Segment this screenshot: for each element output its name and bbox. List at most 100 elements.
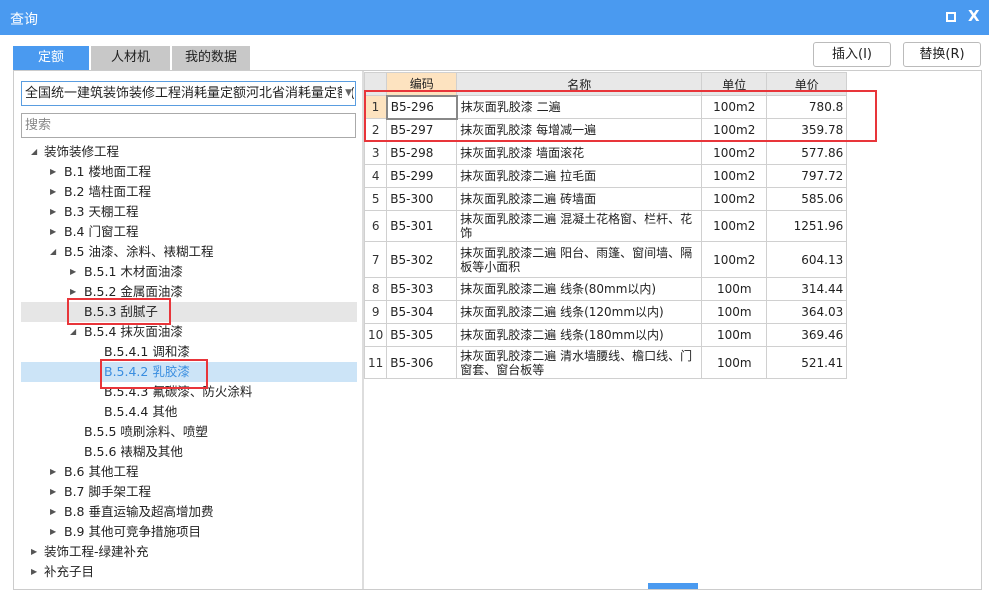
unit-cell: 100m2: [701, 187, 768, 211]
row-index: 10: [363, 323, 388, 347]
tree-item[interactable]: ▶ 装饰工程-绿建补充: [21, 542, 357, 562]
unit-cell: 100m: [701, 277, 768, 301]
tree-item[interactable]: ◢ B.5.4 抹灰面油漆: [21, 322, 357, 342]
tree-item-label: B.5.4.4 其他: [104, 404, 178, 419]
collapsed-arrow-icon[interactable]: ▶: [31, 542, 37, 562]
table-row[interactable]: 3 B5-298 抹灰面乳胶漆 墙面滚花 100m2 577.86: [363, 141, 848, 165]
expanded-arrow-icon[interactable]: ◢: [70, 322, 76, 342]
unit-cell: 100m: [701, 300, 768, 324]
collapsed-arrow-icon[interactable]: ▶: [50, 502, 56, 522]
tree-item[interactable]: ▶ 补充子目: [21, 562, 357, 582]
tab-labor-material-machine[interactable]: 人材机: [91, 46, 170, 70]
splitter-handle[interactable]: [648, 583, 698, 589]
table-row[interactable]: 5 B5-300 抹灰面乳胶漆二遍 砖墙面 100m2 585.06: [363, 187, 848, 211]
price-cell: 577.86: [766, 141, 848, 165]
tree-item-label: B.5.1 木材面油漆: [84, 264, 183, 279]
row-index: 4: [363, 164, 388, 188]
price-cell: 604.13: [766, 241, 848, 278]
expanded-arrow-icon[interactable]: ◢: [50, 242, 56, 262]
collapsed-arrow-icon[interactable]: ▶: [50, 482, 56, 502]
code-cell: B5-301: [386, 210, 458, 242]
row-index: 9: [363, 300, 388, 324]
unit-cell: 100m2: [701, 141, 768, 165]
replace-button[interactable]: 替换(R): [903, 42, 981, 67]
code-cell: B5-300: [386, 187, 458, 211]
price-cell: 369.46: [766, 323, 848, 347]
maximize-icon[interactable]: [946, 12, 956, 22]
tab-my-data[interactable]: 我的数据: [172, 46, 250, 70]
price-cell: 585.06: [766, 187, 848, 211]
collapsed-arrow-icon[interactable]: ▶: [50, 162, 56, 182]
tree-item-label: B.5.5 喷刷涂料、喷塑: [84, 424, 208, 439]
price-cell: 521.41: [766, 346, 848, 379]
code-cell: B5-303: [386, 277, 458, 301]
collapsed-arrow-icon[interactable]: ▶: [50, 522, 56, 542]
tree-item-label: B.5 油漆、涂料、裱糊工程: [64, 244, 214, 259]
search-input[interactable]: 搜索: [21, 113, 356, 138]
close-icon[interactable]: X: [968, 7, 980, 25]
title-bar: 查询 X: [0, 0, 989, 35]
tree-item-label: B.8 垂直运输及超高增加费: [64, 504, 214, 519]
insert-button[interactable]: 插入(I): [813, 42, 891, 67]
table-row[interactable]: 9 B5-304 抹灰面乳胶漆二遍 线条(120mm以内) 100m 364.03: [363, 300, 848, 324]
table-row[interactable]: 10 B5-305 抹灰面乳胶漆二遍 线条(180mm以内) 100m 369.46: [363, 323, 848, 347]
collapsed-arrow-icon[interactable]: ▶: [50, 202, 56, 222]
table-row[interactable]: 11 B5-306 抹灰面乳胶漆二遍 清水墙腰线、檐口线、门窗套、窗台板等 100m 5…: [363, 346, 848, 379]
table-row[interactable]: 8 B5-303 抹灰面乳胶漆二遍 线条(80mm以内) 100m 314.44: [363, 277, 848, 301]
tree-item[interactable]: ▶ B.2 墙柱面工程: [21, 182, 357, 202]
tree-item-label: B.9 其他可竞争措施项目: [64, 524, 201, 539]
price-cell: 364.03: [766, 300, 848, 324]
tree-item[interactable]: ▶ B.7 脚手架工程: [21, 482, 357, 502]
price-cell: 797.72: [766, 164, 848, 188]
name-cell: 抹灰面乳胶漆二遍 砖墙面: [456, 187, 703, 211]
collapsed-arrow-icon[interactable]: ▶: [50, 222, 56, 242]
tree-item[interactable]: ▶ B.4 门窗工程: [21, 222, 357, 242]
unit-cell: 100m2: [701, 164, 768, 188]
library-select-value: 全国统一建筑装饰装修工程消耗量定额河北省消耗量定额(20: [25, 86, 356, 101]
tree-item-label: B.2 墙柱面工程: [64, 184, 151, 199]
tree-item-label: 装饰工程-绿建补充: [44, 544, 149, 559]
row-index: 7: [363, 241, 388, 278]
collapsed-arrow-icon[interactable]: ▶: [31, 562, 37, 582]
name-cell: 抹灰面乳胶漆 墙面滚花: [456, 141, 703, 165]
tree-item[interactable]: ▶ B.5.1 木材面油漆: [21, 262, 357, 282]
code-cell: B5-304: [386, 300, 458, 324]
code-cell: B5-305: [386, 323, 458, 347]
tree-item[interactable]: B.5.6 裱糊及其他: [21, 442, 357, 462]
table-row[interactable]: 4 B5-299 抹灰面乳胶漆二遍 拉毛面 100m2 797.72: [363, 164, 848, 188]
expanded-arrow-icon[interactable]: ◢: [31, 142, 37, 162]
price-cell: 1251.96: [766, 210, 848, 242]
name-cell: 抹灰面乳胶漆二遍 拉毛面: [456, 164, 703, 188]
tree-item[interactable]: ◢ 装饰装修工程: [21, 142, 357, 162]
chevron-down-icon[interactable]: ▼: [342, 82, 352, 105]
tab-quota[interactable]: 定额: [13, 46, 89, 70]
code-cell: B5-302: [386, 241, 458, 278]
tree-item[interactable]: B.5.5 喷刷涂料、喷塑: [21, 422, 357, 442]
unit-cell: 100m: [701, 323, 768, 347]
tree-item-label: B.3 天棚工程: [64, 204, 139, 219]
unit-cell: 100m: [701, 346, 768, 379]
tree-item[interactable]: ▶ B.9 其他可竞争措施项目: [21, 522, 357, 542]
table-row[interactable]: 7 B5-302 抹灰面乳胶漆二遍 阳台、雨篷、窗间墙、隔板等小面积 100m2 604…: [363, 241, 848, 278]
tree-item-label: B.1 楼地面工程: [64, 164, 151, 179]
collapsed-arrow-icon[interactable]: ▶: [50, 182, 56, 202]
tree-item-label: 装饰装修工程: [44, 144, 120, 159]
price-cell: 314.44: [766, 277, 848, 301]
name-cell: 抹灰面乳胶漆二遍 混凝土花格窗、栏杆、花饰: [456, 210, 703, 242]
library-select[interactable]: 全国统一建筑装饰装修工程消耗量定额河北省消耗量定额(20 ▼: [21, 81, 356, 106]
tree-item[interactable]: B.5.4.4 其他: [21, 402, 357, 422]
tree-item[interactable]: ▶ B.1 楼地面工程: [21, 162, 357, 182]
highlight-box-b53: [67, 298, 171, 325]
tree-item[interactable]: ▶ B.3 天棚工程: [21, 202, 357, 222]
tree-item[interactable]: ▶ B.8 垂直运输及超高增加费: [21, 502, 357, 522]
tree-item-label: B.6 其他工程: [64, 464, 139, 479]
tree-item[interactable]: ◢ B.5 油漆、涂料、裱糊工程: [21, 242, 357, 262]
row-index: 3: [363, 141, 388, 165]
collapsed-arrow-icon[interactable]: ▶: [70, 262, 76, 282]
name-cell: 抹灰面乳胶漆二遍 线条(80mm以内): [456, 277, 703, 301]
collapsed-arrow-icon[interactable]: ▶: [50, 462, 56, 482]
row-index: 6: [363, 210, 388, 242]
tree-item[interactable]: ▶ B.6 其他工程: [21, 462, 357, 482]
table-row[interactable]: 6 B5-301 抹灰面乳胶漆二遍 混凝土花格窗、栏杆、花饰 100m2 1251.96: [363, 210, 848, 242]
unit-cell: 100m2: [701, 210, 768, 242]
